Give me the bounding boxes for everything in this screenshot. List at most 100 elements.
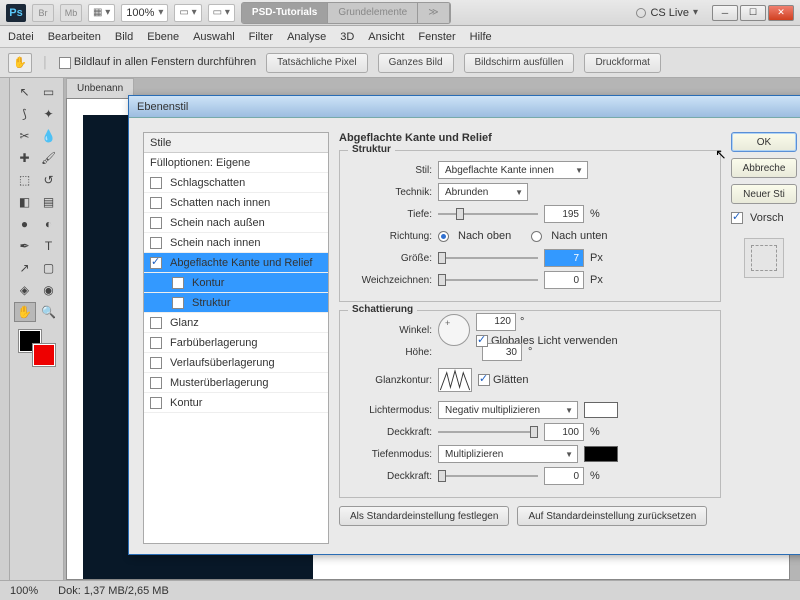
bridge-button[interactable]: Br [32,4,54,22]
tiefenmodus-dropdown[interactable]: Multiplizieren [438,445,578,463]
move-tool[interactable]: ↖ [14,82,36,102]
menu-bearbeiten[interactable]: Bearbeiten [48,31,101,43]
glanzkontur-picker[interactable] [438,368,472,392]
tab-more[interactable]: ≫ [418,3,449,23]
eyedropper-tool[interactable]: 💧 [38,126,60,146]
crop-tool[interactable]: ✂ [14,126,36,146]
maximize-button[interactable]: ☐ [740,5,766,21]
weich-slider[interactable] [438,273,538,287]
make-default-button[interactable]: Als Standardeinstellung festlegen [339,506,509,526]
print-size-button[interactable]: Druckformat [584,53,660,73]
reset-default-button[interactable]: Auf Standardeinstellung zurücksetzen [517,506,707,526]
preview-checkbox[interactable]: Vorsch [731,212,797,224]
hoehe-input[interactable]: 30 [482,343,522,361]
eraser-tool[interactable]: ◧ [14,192,36,212]
deckkraft2-input[interactable]: 0 [544,467,584,485]
tiefe-slider[interactable] [438,207,538,221]
groesse-slider[interactable] [438,251,538,265]
style-row-2[interactable]: Schatten nach innen [144,193,328,213]
heal-tool[interactable]: ✚ [14,148,36,168]
3d-tool[interactable]: ◈ [14,280,36,300]
style-row-1[interactable]: Schlagschatten [144,173,328,193]
cslive[interactable]: CS Live ▾ [636,7,698,19]
stamp-tool[interactable]: ⬚ [14,170,36,190]
pen-tool[interactable]: ✒ [14,236,36,256]
3d-camera-tool[interactable]: ◉ [38,280,60,300]
lichtermodus-dropdown[interactable]: Negativ multiplizieren [438,401,578,419]
hand-tool[interactable]: ✋ [14,302,36,322]
winkel-input[interactable]: 120 [476,313,516,331]
minimize-button[interactable]: ─ [712,5,738,21]
new-style-button[interactable]: Neuer Sti [731,184,797,204]
menu-3d[interactable]: 3D [340,31,354,43]
tab-grundelemente[interactable]: Grundelemente [328,3,418,23]
hand-tool-icon[interactable]: ✋ [8,53,32,73]
tiefe-input[interactable]: 195 [544,205,584,223]
style-row-9[interactable]: Farbüberlagerung [144,333,328,353]
color-swatches[interactable] [17,330,57,366]
lasso-tool[interactable]: ⟆ [14,104,36,124]
screenmode-dropdown[interactable]: ▭ ▾ [208,4,235,22]
fill-screen-button[interactable]: Bildschirm ausfüllen [464,53,575,73]
cancel-button[interactable]: Abbreche [731,158,797,178]
menu-analyse[interactable]: Analyse [287,31,326,43]
shape-tool[interactable]: ▢ [38,258,60,278]
blur-tool[interactable]: ● [14,214,36,234]
actual-pixels-button[interactable]: Tatsächliche Pixel [266,53,367,73]
deckkraft1-input[interactable]: 100 [544,423,584,441]
panel-dock-left [0,78,10,600]
menu-ansicht[interactable]: Ansicht [368,31,404,43]
groesse-input[interactable]: 7 [544,249,584,267]
highlight-color[interactable] [584,402,618,418]
style-row-5[interactable]: Abgeflachte Kante und Relief [144,253,328,273]
wand-tool[interactable]: ✦ [38,104,60,124]
photoshop-icon: Ps [6,4,26,22]
style-row-11[interactable]: Musterüberlagerung [144,373,328,393]
scroll-all-checkbox[interactable]: Bildlauf in allen Fenstern durchführen [59,56,256,68]
minibridge-button[interactable]: Mb [60,4,82,22]
style-row-4[interactable]: Schein nach innen [144,233,328,253]
style-row-10[interactable]: Verlaufsüberlagerung [144,353,328,373]
menu-filter[interactable]: Filter [249,31,273,43]
dodge-tool[interactable]: ◐ [38,214,60,234]
style-row-0[interactable]: Fülloptionen: Eigene [144,153,328,173]
arrange-dropdown[interactable]: ▭ ▾ [174,4,201,22]
style-row-3[interactable]: Schein nach außen [144,213,328,233]
style-row-8[interactable]: Glanz [144,313,328,333]
menu-datei[interactable]: Datei [8,31,34,43]
type-tool[interactable]: T [38,236,60,256]
glaetten-checkbox[interactable]: Glätten [478,374,528,386]
history-brush-tool[interactable]: ↺ [38,170,60,190]
view-extras-dropdown[interactable]: ▦ ▾ [88,4,115,22]
stil-dropdown[interactable]: Abgeflachte Kante innen [438,161,588,179]
workspace-tabs: PSD-Tutorials Grundelemente ≫ [241,2,451,24]
fit-screen-button[interactable]: Ganzes Bild [378,53,454,73]
tab-psd-tutorials[interactable]: PSD-Tutorials [242,3,328,23]
richtung-down-radio[interactable] [531,231,542,242]
deckkraft2-slider[interactable] [438,469,538,483]
document-tab[interactable]: Unbenann [66,78,134,98]
technik-dropdown[interactable]: Abrunden [438,183,528,201]
richtung-up-radio[interactable] [438,231,449,242]
style-row-7[interactable]: Struktur [144,293,328,313]
zoom-dropdown[interactable]: 100% ▾ [121,4,168,22]
style-row-12[interactable]: Kontur [144,393,328,413]
ok-button[interactable]: OK [731,132,797,152]
marquee-tool[interactable]: ▭ [38,82,60,102]
deckkraft1-slider[interactable] [438,425,538,439]
menu-auswahl[interactable]: Auswahl [193,31,235,43]
shadow-color[interactable] [584,446,618,462]
menu-fenster[interactable]: Fenster [418,31,455,43]
menu-ebene[interactable]: Ebene [147,31,179,43]
style-row-6[interactable]: Kontur [144,273,328,293]
brush-tool[interactable]: 🖌 [38,148,60,168]
background-swatch[interactable] [33,344,55,366]
weich-input[interactable]: 0 [544,271,584,289]
menu-hilfe[interactable]: Hilfe [470,31,492,43]
path-tool[interactable]: ↗ [14,258,36,278]
angle-control[interactable] [438,314,470,346]
menu-bild[interactable]: Bild [115,31,133,43]
gradient-tool[interactable]: ▤ [38,192,60,212]
close-button[interactable]: ✕ [768,5,794,21]
zoom-tool[interactable]: 🔍 [38,302,60,322]
